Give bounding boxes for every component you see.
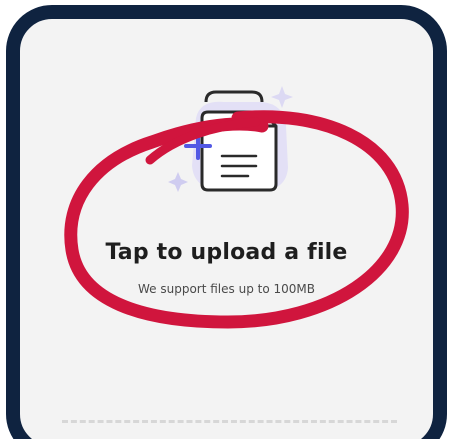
sparkle-icon	[271, 86, 293, 108]
dashed-border	[62, 420, 397, 426]
upload-card-frame	[6, 5, 447, 439]
sparkle-icon	[168, 172, 188, 192]
upload-subtitle: We support files up to 100MB	[138, 282, 315, 296]
document-icon	[168, 86, 293, 192]
upload-title[interactable]: Tap to upload a file	[0, 240, 453, 265]
